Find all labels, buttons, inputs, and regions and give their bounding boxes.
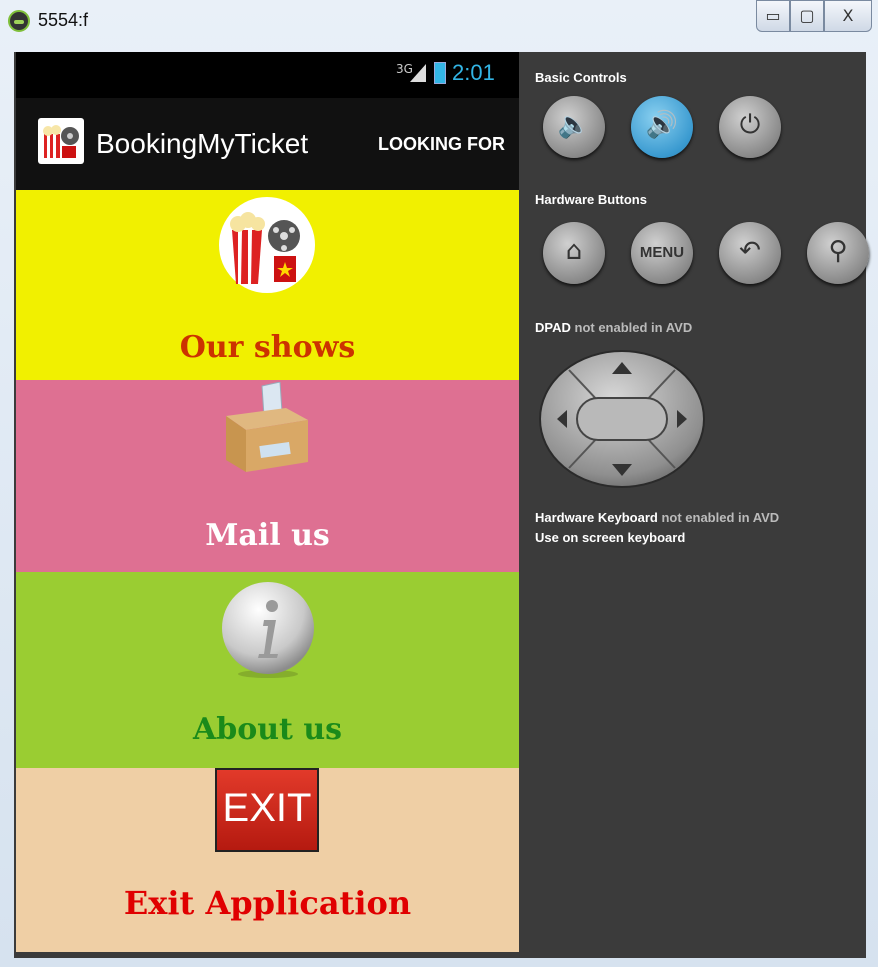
action-bar: BookingMyTicket LOOKING FOR xyxy=(16,98,519,190)
window-controls: ▭ ▢ X xyxy=(756,0,872,34)
status-bar: 3G 2:01 xyxy=(16,52,519,98)
exit-application-label: Exit Application xyxy=(123,884,412,922)
search-button[interactable]: ⚲ xyxy=(807,222,869,284)
keyboard-heading: Hardware Keyboard not enabled in AVD xyxy=(535,510,779,525)
phone-screen: 3G 2:01 BookingMyTicket LOOKING FOR Our … xyxy=(16,52,519,952)
about-us-label: About us xyxy=(192,712,343,747)
power-button[interactable]: ⏻ xyxy=(719,96,781,158)
volume-up-icon: 🔊 xyxy=(645,110,679,140)
hardware-buttons-heading: Hardware Buttons xyxy=(535,192,647,207)
info-icon xyxy=(222,582,314,678)
tile-exit[interactable]: EXIT Exit Application xyxy=(16,768,519,952)
title-bar: 5554:f ▭ ▢ X xyxy=(0,0,878,42)
feedback-box-icon xyxy=(226,382,308,472)
dpad-control[interactable] xyxy=(539,350,705,488)
window-bottom-border xyxy=(14,952,866,958)
back-icon: ↶ xyxy=(739,236,761,266)
home-button[interactable]: ⌂ xyxy=(543,222,605,284)
minimize-icon: ▭ xyxy=(765,6,781,25)
maximize-icon: ▢ xyxy=(799,6,815,25)
tile-mail-us[interactable]: Mail us xyxy=(16,380,519,572)
emulator-app-icon xyxy=(8,10,30,32)
keyboard-note: not enabled in AVD xyxy=(661,510,780,525)
status-time: 2:01 xyxy=(452,60,495,85)
our-shows-label: Our shows xyxy=(179,330,356,365)
dpad-note: not enabled in AVD xyxy=(574,320,693,335)
dpad-heading: DPAD not enabled in AVD xyxy=(535,320,692,335)
close-button[interactable]: X xyxy=(824,0,872,32)
minimize-button[interactable]: ▭ xyxy=(756,0,790,32)
volume-down-button[interactable]: 🔈 xyxy=(543,96,605,158)
popcorn-film-icon xyxy=(219,197,315,293)
mail-us-label: Mail us xyxy=(205,518,330,553)
keyboard-label: Hardware Keyboard xyxy=(535,510,658,525)
looking-for-button[interactable]: LOOKING FOR xyxy=(378,134,505,155)
volume-down-icon: 🔈 xyxy=(557,110,591,140)
tile-about-us[interactable]: About us xyxy=(16,572,519,768)
dpad-label: DPAD xyxy=(535,320,571,335)
keyboard-hint: Use on screen keyboard xyxy=(535,530,686,545)
maximize-button[interactable]: ▢ xyxy=(790,0,824,32)
window-title: 5554:f xyxy=(38,10,89,30)
back-button[interactable]: ↶ xyxy=(719,222,781,284)
emulator-controls-panel: Basic Controls 🔈 🔊 ⏻ Hardware Buttons ⌂ … xyxy=(519,52,869,952)
search-icon: ⚲ xyxy=(828,236,848,266)
power-icon: ⏻ xyxy=(739,110,761,140)
volume-up-button[interactable]: 🔊 xyxy=(631,96,693,158)
signal-icon xyxy=(410,64,426,82)
menu-label: MENU xyxy=(639,244,685,261)
exit-icon: EXIT xyxy=(215,768,319,852)
battery-icon xyxy=(434,62,446,84)
emulator-window: 5554:f ▭ ▢ X 3G 2:01 BookingMyTicket LOO… xyxy=(0,0,878,967)
app-logo-icon xyxy=(38,118,84,164)
close-icon: X xyxy=(842,6,854,25)
home-icon: ⌂ xyxy=(565,236,583,266)
menu-button[interactable]: MENU xyxy=(631,222,693,284)
tile-our-shows[interactable]: Our shows xyxy=(16,190,519,380)
app-title: BookingMyTicket xyxy=(96,128,309,159)
exit-icon-text: EXIT xyxy=(222,786,312,830)
basic-controls-heading: Basic Controls xyxy=(535,70,627,85)
